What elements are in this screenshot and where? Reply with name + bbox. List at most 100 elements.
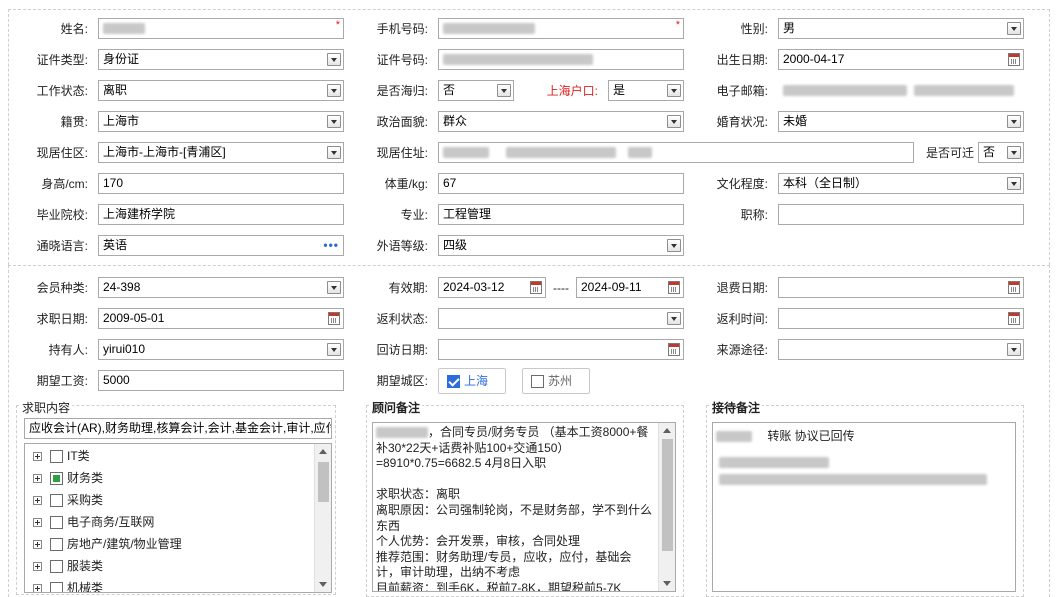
checkbox-icon[interactable] <box>50 450 63 464</box>
tree-item[interactable]: 服装类 <box>33 555 103 577</box>
scroll-up-icon[interactable] <box>663 428 671 433</box>
reception-notes-textarea[interactable]: 转账 协议已回传 <box>712 422 1016 592</box>
chevron-down-icon[interactable] <box>667 115 681 128</box>
expand-icon[interactable] <box>33 584 42 592</box>
calendar-icon[interactable] <box>328 312 340 325</box>
scroll-down-icon[interactable] <box>663 581 671 586</box>
calendar-icon[interactable] <box>530 281 542 294</box>
refund-date-field[interactable] <box>778 277 1024 298</box>
rebatetime-field[interactable] <box>778 308 1024 329</box>
title-field[interactable] <box>778 204 1024 225</box>
checkbox-checked-icon[interactable] <box>447 375 460 389</box>
consultant-notes-textarea[interactable]: ，合同专员/财务专员 （基本工资8000+餐 补30*22天+话费补贴100+交通… <box>372 422 676 592</box>
chevron-down-icon[interactable] <box>1007 343 1021 356</box>
valid-to-field[interactable]: 2024-09-11 <box>576 277 684 298</box>
job-summary-field[interactable]: 应收会计(AR),财务助理,核算会计,会计,基金会计,审计,应付 <box>24 418 332 439</box>
expand-icon[interactable] <box>33 540 42 550</box>
member-type-select[interactable]: 24-398 <box>98 277 344 298</box>
scroll-up-icon[interactable] <box>319 449 327 454</box>
email-field[interactable] <box>778 80 1028 101</box>
political-select[interactable]: 群众 <box>438 111 684 132</box>
chevron-down-icon[interactable] <box>1007 146 1021 159</box>
name-redacted <box>103 23 145 35</box>
tree-item[interactable]: 财务类 <box>33 467 103 489</box>
chevron-down-icon[interactable] <box>1007 177 1021 190</box>
idno-field[interactable] <box>438 49 684 70</box>
language-field[interactable]: 英语 ••• <box>98 235 344 256</box>
hukou-select[interactable]: 是 <box>608 80 684 101</box>
note-line: 目前薪资：到手6K，税前7-8K，期望税前5-7K <box>376 581 658 591</box>
tree-item[interactable]: 机械类 <box>33 577 103 592</box>
city-option-suzhou[interactable]: 苏州 <box>522 368 590 394</box>
name-field[interactable]: * <box>98 18 344 39</box>
school-field[interactable]: 上海建桥学院 <box>98 204 344 225</box>
chevron-down-icon[interactable] <box>327 281 341 294</box>
height-field[interactable]: 170 <box>98 173 344 194</box>
mobile-field[interactable]: * <box>438 18 684 39</box>
scroll-thumb[interactable] <box>662 439 673 551</box>
residence-select[interactable]: 上海市-上海市-[青浦区] <box>98 142 344 163</box>
notes-scrollbar[interactable] <box>658 423 675 591</box>
checkbox-icon[interactable] <box>50 494 63 508</box>
chevron-down-icon[interactable] <box>327 53 341 66</box>
calendar-icon[interactable] <box>668 281 680 294</box>
calendar-icon[interactable] <box>1008 53 1020 66</box>
chevron-down-icon[interactable] <box>327 115 341 128</box>
chevron-down-icon[interactable] <box>1007 22 1021 35</box>
address-field[interactable] <box>438 142 914 163</box>
city-option-shanghai[interactable]: 上海 <box>438 368 506 394</box>
scroll-thumb[interactable] <box>318 462 329 502</box>
chevron-down-icon[interactable] <box>327 84 341 97</box>
checkbox-icon[interactable] <box>50 538 63 552</box>
expand-icon[interactable] <box>33 452 42 462</box>
major-field[interactable]: 工程管理 <box>438 204 684 225</box>
visit-date-field[interactable] <box>438 339 684 360</box>
holder-select[interactable]: yirui010 <box>98 339 344 360</box>
tree-scrollbar[interactable] <box>314 444 331 592</box>
relocate-select[interactable]: 否 <box>978 142 1024 163</box>
weight-field[interactable]: 67 <box>438 173 684 194</box>
chevron-down-icon[interactable] <box>667 239 681 252</box>
expand-icon[interactable] <box>33 496 42 506</box>
birth-date-field[interactable]: 2000-04-17 <box>778 49 1024 70</box>
workstatus-select[interactable]: 离职 <box>98 80 344 101</box>
more-icon[interactable]: ••• <box>323 239 339 251</box>
tree-item[interactable]: IT类 <box>33 445 90 467</box>
checkbox-icon[interactable] <box>50 472 63 486</box>
marital-select[interactable]: 未婚 <box>778 111 1024 132</box>
chevron-down-icon[interactable] <box>497 84 511 97</box>
tree-item[interactable]: 采购类 <box>33 489 103 511</box>
chevron-down-icon[interactable] <box>667 84 681 97</box>
expand-icon[interactable] <box>33 474 42 484</box>
jobdate-field[interactable]: 2009-05-01 <box>98 308 344 329</box>
checkbox-icon[interactable] <box>50 582 63 592</box>
tree-item[interactable]: 房地产/建筑/物业管理 <box>33 533 182 555</box>
chevron-down-icon[interactable] <box>327 343 341 356</box>
job-category-tree[interactable]: IT类 财务类 采购类 电子商务/互联网 房地产/建筑/物业管理服装类机械类 <box>24 443 332 593</box>
checkbox-icon[interactable] <box>50 516 63 530</box>
gender-select[interactable]: 男 <box>778 18 1024 39</box>
calendar-icon[interactable] <box>668 343 680 356</box>
chevron-down-icon[interactable] <box>667 312 681 325</box>
note-line: =8910*0.75=6682.5 4月8日入职 <box>376 456 658 472</box>
salary-field[interactable]: 5000 <box>98 370 344 391</box>
rebate-select[interactable] <box>438 308 684 329</box>
chevron-down-icon[interactable] <box>1007 115 1021 128</box>
native-select[interactable]: 上海市 <box>98 111 344 132</box>
source-select[interactable] <box>778 339 1024 360</box>
tree-item[interactable]: 电子商务/互联网 <box>33 511 154 533</box>
calendar-icon[interactable] <box>1008 312 1020 325</box>
tree-item-label: 服装类 <box>67 559 104 573</box>
foreign-select[interactable]: 四级 <box>438 235 684 256</box>
expand-icon[interactable] <box>33 562 42 572</box>
checkbox-icon[interactable] <box>50 560 63 574</box>
checkbox-icon[interactable] <box>531 375 544 389</box>
chevron-down-icon[interactable] <box>327 146 341 159</box>
calendar-icon[interactable] <box>1008 281 1020 294</box>
scroll-down-icon[interactable] <box>319 582 327 587</box>
valid-from-field[interactable]: 2024-03-12 <box>438 277 546 298</box>
expand-icon[interactable] <box>33 518 42 528</box>
education-select[interactable]: 本科（全日制） <box>778 173 1024 194</box>
idtype-select[interactable]: 身份证 <box>98 49 344 70</box>
returnee-select[interactable]: 否 <box>438 80 514 101</box>
